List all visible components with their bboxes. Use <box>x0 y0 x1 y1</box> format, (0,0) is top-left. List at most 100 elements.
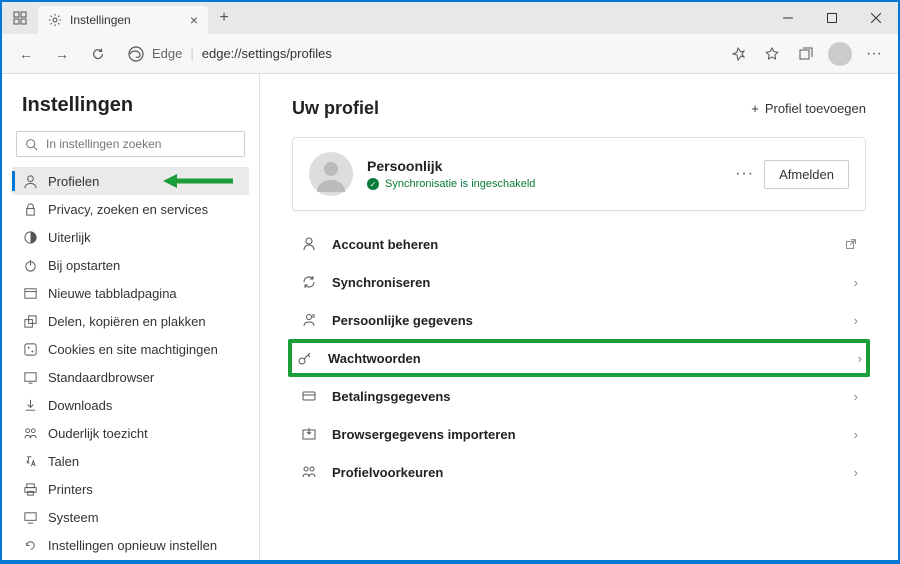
printer-icon <box>22 481 38 497</box>
minimize-button[interactable] <box>766 2 810 34</box>
system-icon <box>22 509 38 525</box>
sidebar-item-system[interactable]: Systeem <box>12 503 249 531</box>
close-window-button[interactable] <box>854 2 898 34</box>
settings-search[interactable] <box>16 131 245 157</box>
import-icon <box>300 425 318 443</box>
sidebar-item-label: Printers <box>48 482 93 497</box>
profile-more-icon[interactable]: ··· <box>735 165 754 183</box>
share-icon <box>22 313 38 329</box>
signout-button[interactable]: Afmelden <box>764 160 849 189</box>
chevron-right-icon: › <box>854 313 858 328</box>
back-button[interactable]: ← <box>10 38 42 70</box>
person-icon <box>300 235 318 253</box>
profile-name: Persoonlijk <box>367 158 721 174</box>
annotation-arrow <box>163 171 233 191</box>
card-icon <box>300 387 318 405</box>
sidebar-item-appearance[interactable]: Uiterlijk <box>12 223 249 251</box>
close-tab-icon[interactable]: × <box>190 12 198 28</box>
plus-icon: + <box>751 101 759 116</box>
read-aloud-icon[interactable] <box>722 38 754 70</box>
sidebar-item-label: Ouderlijk toezicht <box>48 426 148 441</box>
address-bar[interactable]: Edge | edge://settings/profiles <box>118 46 718 62</box>
check-icon: ✓ <box>367 178 379 190</box>
edge-logo-icon <box>128 46 144 62</box>
row-label: Account beheren <box>332 237 830 252</box>
sidebar-item-label: Downloads <box>48 398 112 413</box>
settings-row-person[interactable]: Account beheren <box>292 225 866 263</box>
settings-row-key[interactable]: Wachtwoorden› <box>288 339 870 377</box>
newtab-icon <box>22 285 38 301</box>
sync-status-label: Synchronisatie is ingeschakeld <box>385 178 535 190</box>
sidebar-item-profile[interactable]: Profielen <box>12 167 249 195</box>
settings-row-card[interactable]: Betalingsgegevens› <box>292 377 866 415</box>
more-menu-icon[interactable]: ··· <box>858 38 890 70</box>
sidebar-item-share[interactable]: Delen, kopiëren en plakken <box>12 307 249 335</box>
sidebar-item-printer[interactable]: Printers <box>12 475 249 503</box>
settings-row-personinfo[interactable]: Persoonlijke gegevens› <box>292 301 866 339</box>
sidebar-item-family[interactable]: Ouderlijk toezicht <box>12 419 249 447</box>
sidebar-item-label: Nieuwe tabbladpagina <box>48 286 177 301</box>
tab-title: Instellingen <box>70 13 131 27</box>
chevron-right-icon: › <box>854 275 858 290</box>
download-icon <box>22 397 38 413</box>
titlebar: Instellingen × + <box>2 2 898 34</box>
collections-icon[interactable] <box>790 38 822 70</box>
settings-main: Uw profiel + Profiel toevoegen Persoonli… <box>260 74 898 560</box>
sidebar-item-languages[interactable]: Talen <box>12 447 249 475</box>
personinfo-icon <box>300 311 318 329</box>
browser-tab[interactable]: Instellingen × <box>38 6 208 34</box>
refresh-button[interactable] <box>82 38 114 70</box>
sidebar-item-label: Systeem <box>48 510 99 525</box>
settings-content: Instellingen Profielen Privacy, zoeken en… <box>2 74 898 560</box>
chevron-right-icon: › <box>854 465 858 480</box>
key-icon <box>296 349 314 367</box>
sidebar-item-cookies[interactable]: Cookies en site machtigingen <box>12 335 249 363</box>
sidebar-item-label: Privacy, zoeken en services <box>48 202 208 217</box>
profile-card: Persoonlijk ✓ Synchronisatie is ingescha… <box>292 137 866 211</box>
profile-avatar-icon[interactable] <box>824 38 856 70</box>
search-input[interactable] <box>46 137 236 151</box>
add-profile-button[interactable]: + Profiel toevoegen <box>751 101 866 116</box>
languages-icon <box>22 453 38 469</box>
settings-row-import[interactable]: Browsergegevens importeren› <box>292 415 866 453</box>
sidebar-item-power[interactable]: Bij opstarten <box>12 251 249 279</box>
address-url: edge://settings/profiles <box>202 46 332 61</box>
settings-row-sync[interactable]: Synchroniseren › <box>292 263 866 301</box>
appearance-icon <box>22 229 38 245</box>
cookies-icon <box>22 341 38 357</box>
maximize-button[interactable] <box>810 2 854 34</box>
prefs-icon <box>300 463 318 481</box>
profile-icon <box>22 173 38 189</box>
favorites-icon[interactable] <box>756 38 788 70</box>
sidebar-item-default[interactable]: Standaardbrowser <box>12 363 249 391</box>
sidebar-item-label: Talen <box>48 454 79 469</box>
chevron-right-icon: › <box>854 389 858 404</box>
forward-button[interactable]: → <box>46 38 78 70</box>
address-app-label: Edge <box>152 46 182 61</box>
sidebar-item-label: Bij opstarten <box>48 258 120 273</box>
new-tab-button[interactable]: + <box>208 2 240 34</box>
sync-status: ✓ Synchronisatie is ingeschakeld <box>367 178 721 190</box>
sidebar-item-newtab[interactable]: Nieuwe tabbladpagina <box>12 279 249 307</box>
settings-row-prefs[interactable]: Profielvoorkeuren› <box>292 453 866 491</box>
app-menu-icon[interactable] <box>2 2 38 34</box>
sidebar-item-lock[interactable]: Privacy, zoeken en services <box>12 195 249 223</box>
search-icon <box>25 138 38 151</box>
row-label: Synchroniseren <box>332 275 840 290</box>
sidebar-item-label: Uiterlijk <box>48 230 91 245</box>
family-icon <box>22 425 38 441</box>
chevron-right-icon: › <box>858 351 862 366</box>
sidebar-item-label: Cookies en site machtigingen <box>48 342 218 357</box>
sidebar-item-phone[interactable]: Telefoon en andere apparaten <box>12 559 249 560</box>
sidebar-item-label: Standaardbrowser <box>48 370 154 385</box>
avatar-icon <box>309 152 353 196</box>
sidebar-item-reset[interactable]: Instellingen opnieuw instellen <box>12 531 249 559</box>
window-controls <box>766 2 898 34</box>
chevron-right-icon: › <box>854 427 858 442</box>
lock-icon <box>22 201 38 217</box>
sidebar-item-download[interactable]: Downloads <box>12 391 249 419</box>
settings-sidebar: Instellingen Profielen Privacy, zoeken en… <box>2 74 260 560</box>
sidebar-title: Instellingen <box>12 94 249 131</box>
toolbar: ← → Edge | edge://settings/profiles ··· <box>2 34 898 74</box>
reset-icon <box>22 537 38 553</box>
